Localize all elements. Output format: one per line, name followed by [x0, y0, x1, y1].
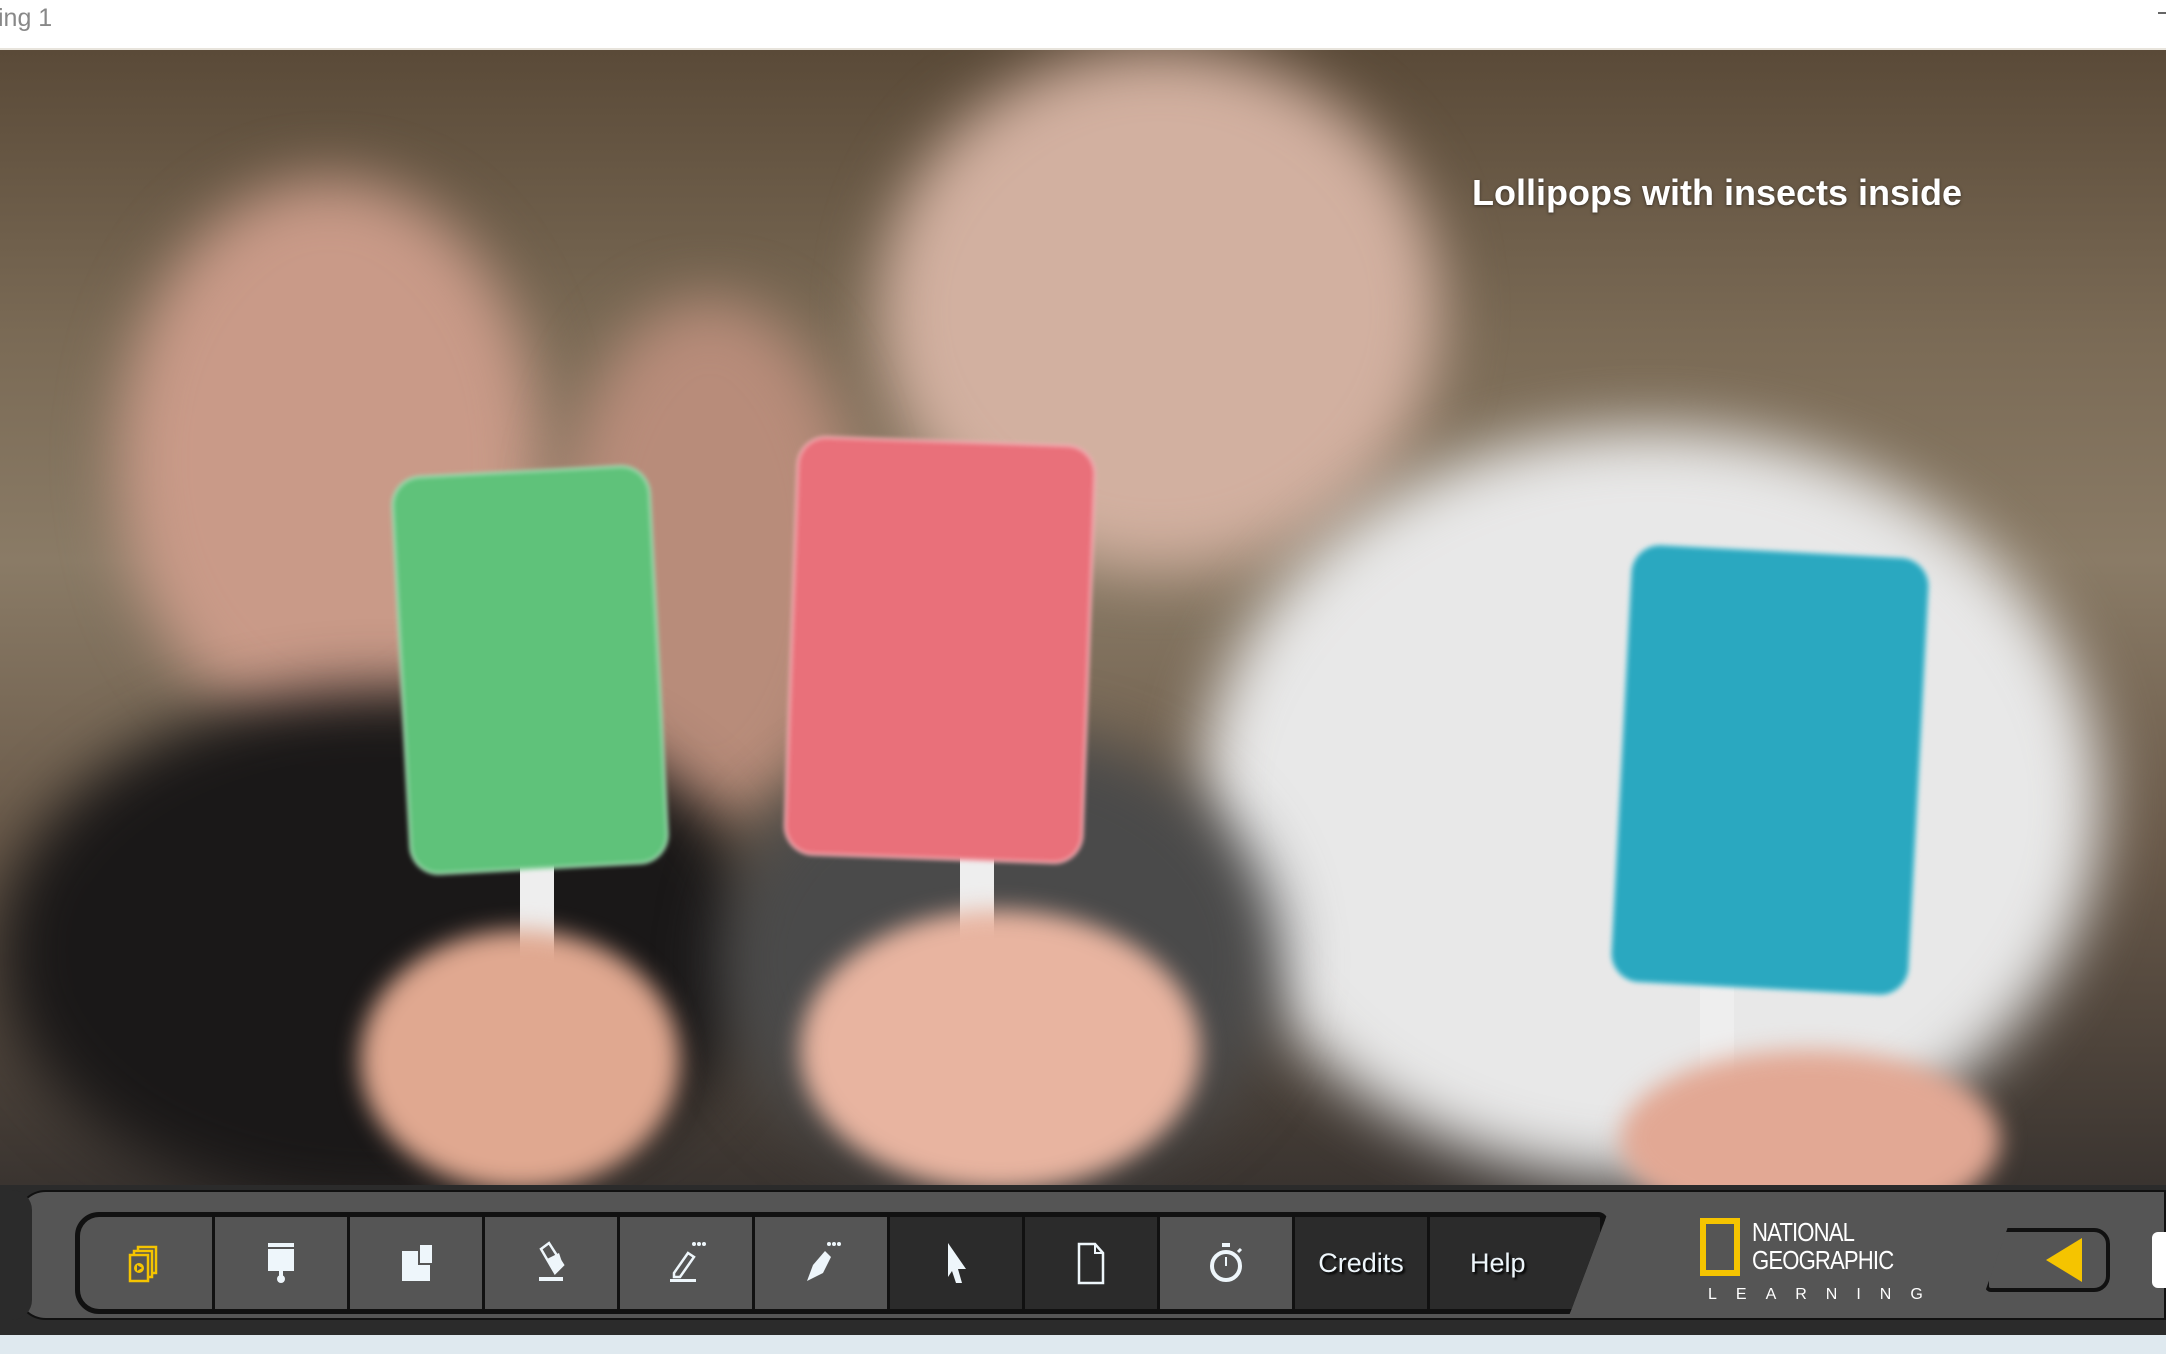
spotlight-button[interactable]	[350, 1217, 482, 1309]
triangle-left-icon	[2046, 1238, 2082, 1282]
stopwatch-icon	[1210, 1243, 1243, 1282]
screen-shade-icon	[268, 1243, 294, 1283]
window-title-bar: ing 1	[0, 0, 2166, 50]
toolbar: Credits Help NATIONAL GEOGRAPHIC LEARNING	[0, 1185, 2166, 1335]
highlighter-button[interactable]	[620, 1217, 752, 1309]
pointer-button[interactable]	[890, 1217, 1022, 1309]
eraser-icon	[539, 1241, 565, 1281]
blank-page-button[interactable]	[1025, 1217, 1157, 1309]
highlighter-icon	[670, 1242, 706, 1282]
window-title: ing 1	[0, 4, 53, 32]
media-stack-icon	[128, 1245, 158, 1283]
pen-nib-icon	[807, 1242, 841, 1281]
tool-group: Credits Help	[75, 1212, 1608, 1314]
cursor-arrow-icon	[948, 1243, 966, 1283]
page-icon	[1077, 1242, 1105, 1285]
slide-photo: Lollipops with insects inside	[0, 50, 2166, 1185]
slide-caption: Lollipops with insects inside	[1472, 172, 1963, 213]
credits-button[interactable]: Credits	[1295, 1217, 1427, 1309]
logo-yellow-border	[1700, 1218, 1740, 1276]
screen-shade-button[interactable]	[215, 1217, 347, 1309]
help-button[interactable]: Help	[1430, 1217, 1600, 1309]
reveal-blocks-icon	[402, 1245, 432, 1281]
bottom-strip	[0, 1335, 2166, 1354]
eraser-button[interactable]	[485, 1217, 617, 1309]
media-gallery-button[interactable]	[80, 1217, 212, 1309]
minimize-icon[interactable]	[2158, 12, 2166, 14]
pen-button[interactable]	[755, 1217, 887, 1309]
toolbar-left-cap	[0, 1190, 32, 1320]
timer-button[interactable]	[1160, 1217, 1292, 1309]
national-geographic-learning-logo: NATIONAL GEOGRAPHIC LEARNING	[1700, 1218, 1923, 1308]
next-slide-button[interactable]	[2152, 1232, 2166, 1288]
